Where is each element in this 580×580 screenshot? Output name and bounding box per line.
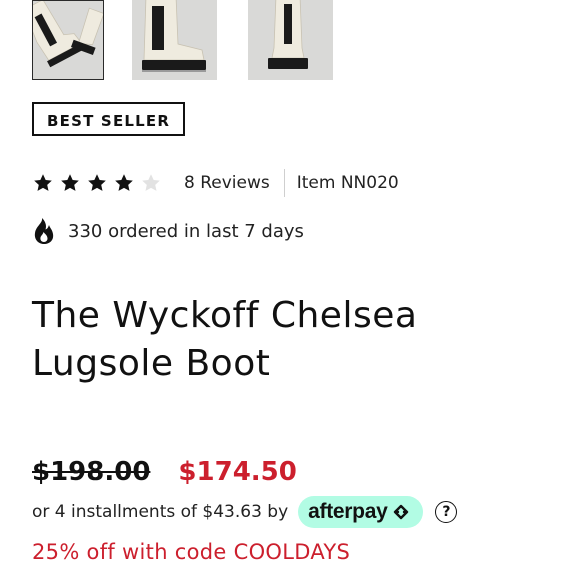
installments-text: or 4 installments of $43.63 by — [32, 502, 289, 522]
product-title: The Wyckoff Chelsea Lugsole Boot — [32, 295, 418, 384]
star-filled-icon — [61, 174, 79, 191]
price-row: $198.00 $174.50 — [32, 452, 297, 492]
original-price: $198.00 — [32, 457, 151, 487]
thumbnail-2[interactable] — [132, 0, 217, 80]
promo-code-text: 25% off with code COOLDAYS — [32, 540, 351, 564]
reviews-link[interactable]: 8 Reviews — [184, 173, 270, 193]
boot-image — [132, 0, 217, 80]
boot-image — [33, 1, 103, 79]
help-icon[interactable]: ? — [435, 501, 458, 523]
divider — [283, 169, 285, 197]
sale-price: $174.50 — [178, 457, 297, 487]
best-seller-badge: BEST SELLER — [32, 102, 186, 136]
afterpay-label: afterpay — [308, 500, 388, 523]
flame-icon — [34, 218, 54, 244]
boot-image — [248, 0, 333, 80]
star-filled-icon — [88, 174, 106, 191]
item-number: Item NN020 — [296, 173, 399, 193]
installments-row: or 4 installments of $43.63 by afterpay … — [32, 494, 458, 530]
ordered-count-text: 330 ordered in last 7 days — [68, 220, 304, 242]
afterpay-badge[interactable]: afterpay — [298, 496, 424, 528]
thumbnail-1[interactable] — [32, 0, 104, 80]
afterpay-arrows-icon — [394, 504, 409, 520]
star-rating[interactable] — [32, 172, 162, 194]
star-filled-icon — [115, 174, 133, 191]
rating-row: 8 Reviews Item NN020 — [32, 168, 399, 198]
star-filled-icon — [34, 174, 52, 191]
star-empty-icon — [142, 174, 160, 191]
thumbnail-3[interactable] — [248, 0, 333, 80]
social-proof-row: 330 ordered in last 7 days — [32, 216, 304, 246]
product-thumbnail-strip — [0, 0, 580, 82]
